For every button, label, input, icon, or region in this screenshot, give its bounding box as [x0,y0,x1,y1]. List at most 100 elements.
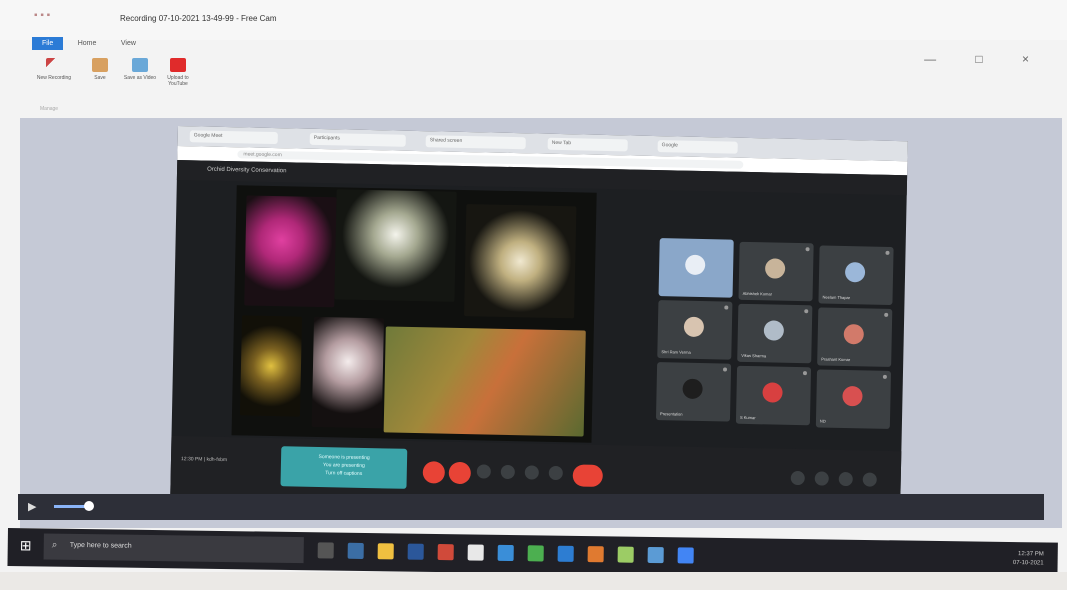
save-as-video-label: Save as Video [123,75,157,81]
avatar [682,378,703,400]
system-tray[interactable]: 12:37 PM 07-10-2021 [1013,550,1044,568]
orchid-photo-field [383,326,586,437]
orchid-photo-white [334,189,457,302]
new-recording-button[interactable]: New Recording [36,58,72,81]
store-icon[interactable] [557,545,574,562]
caption-line[interactable]: Turn off captions [281,468,407,479]
participant-tile[interactable]: ND [815,369,892,429]
participant-name: ND [819,418,826,424]
participant-tile[interactable]: Prashant Kumar [817,307,893,367]
avatar [842,385,863,407]
browser-tab[interactable]: Google Meet [189,130,278,145]
pen-icon [46,58,62,72]
browser-tab[interactable]: New Tab [547,137,628,152]
caption-popup: Someone is presenting You are presenting… [280,446,408,489]
search-placeholder: Type here to search [69,541,132,550]
tray-date: 07-10-2021 [1012,560,1044,567]
mic-off-icon [884,312,889,317]
participant-tile[interactable]: Vikas Sharma [737,303,813,364]
participant-tile[interactable]: Presentation [655,362,732,422]
upload-youtube-label: Upload to YouTube [167,75,189,87]
mic-off-icon [804,309,809,314]
camera-video [684,254,706,276]
orchid-photo-cream [464,204,577,319]
end-call-button[interactable] [572,464,603,487]
meeting-clock: 12:30 PM | kdh-fxbm [180,456,228,464]
play-icon[interactable]: ▶ [28,500,36,513]
playback-bar: ▶ [18,494,1044,520]
mic-off-icon [805,247,810,252]
app-icon[interactable] [677,547,694,564]
tab-file[interactable]: File [32,37,64,50]
tab-home[interactable]: Home [68,37,107,50]
windows-start-icon[interactable]: ⊞ [20,537,34,553]
orchid-photo-pink [244,195,337,308]
word-icon[interactable] [407,543,424,560]
people-button[interactable] [814,471,829,486]
participant-name: Vikas Sharma [741,352,767,359]
youtube-icon [170,58,186,72]
mic-off-icon [885,250,890,255]
opera-icon[interactable] [437,544,454,561]
taskbar-search[interactable]: ⌕ Type here to search [43,533,304,564]
raise-hand-button[interactable] [500,464,515,480]
app-icon[interactable] [617,546,634,563]
window-title: Recording 07-10-2021 13-49-99 - Free Cam [120,14,277,23]
mic-off-icon [724,305,729,310]
participant-tile[interactable]: Abhishek Kumar [738,241,814,302]
chrome-icon[interactable] [527,545,544,562]
chat-button[interactable] [838,471,853,487]
save-icon [92,58,108,72]
mic-off-icon [722,367,728,372]
avatar [683,316,705,338]
participant-name: S Kumar [739,414,756,421]
avatar [844,262,866,283]
more-options-button[interactable] [548,465,563,481]
new-recording-label: New Recording [36,75,72,81]
browser-tab[interactable]: Shared screen [425,135,526,150]
edge-icon[interactable] [347,542,364,559]
participant-name: Abhishek Kumar [742,290,773,297]
participant-name: Neelam Thapar [822,294,851,301]
activities-button[interactable] [862,472,877,487]
search-icon: ⌕ [51,539,58,551]
participant-tile[interactable]: Shri Ram Verma [657,300,733,360]
mic-toggle-button[interactable] [422,461,446,484]
orchid-photo-white-spray [311,316,385,429]
participant-name: Prashant Kumar [821,356,851,363]
page-margin [0,572,1067,590]
ribbon-tabs: File Home View [32,32,146,50]
participant-name: Presentation [660,411,683,417]
info-button[interactable] [790,470,805,486]
browser-tab[interactable]: Google [657,140,738,154]
notepad-icon[interactable] [467,544,484,561]
participant-tile[interactable]: S Kumar [735,365,812,426]
avatar [764,258,786,279]
recorded-screen: Google Meet Participants Shared screen N… [170,126,908,520]
quick-access-icons[interactable]: ▪ ▪ ▪ [34,10,50,21]
save-button[interactable]: Save [82,58,118,81]
task-view-icon[interactable] [317,542,334,559]
mic-off-icon [882,374,887,379]
title-bar: ▪ ▪ ▪ Recording 07-10-2021 13-49-99 - Fr… [0,0,1067,40]
app-icon[interactable] [647,546,664,564]
browser-tab[interactable]: Participants [309,132,406,147]
tab-view[interactable]: View [111,37,146,50]
camera-toggle-button[interactable] [448,461,472,485]
app-icon[interactable] [587,546,604,563]
save-as-video-button[interactable]: Save as Video [122,58,158,81]
ribbon-group-label: Manage [40,106,59,112]
captions-button[interactable] [476,464,491,479]
mail-icon[interactable] [497,544,514,562]
video-file-icon [132,58,148,72]
participant-tile[interactable] [658,238,734,298]
window-controls[interactable]: — □ × [924,52,1047,66]
present-button[interactable] [524,465,539,480]
mic-off-icon [802,371,808,376]
meeting-title: Orchid Diversity Conservation [207,166,287,175]
seek-handle[interactable] [84,501,94,511]
orchid-photo-yellow [239,315,303,417]
participant-tile[interactable]: Neelam Thapar [818,245,894,306]
upload-youtube-button[interactable]: Upload to YouTube [160,58,196,87]
file-explorer-icon[interactable] [377,543,394,560]
